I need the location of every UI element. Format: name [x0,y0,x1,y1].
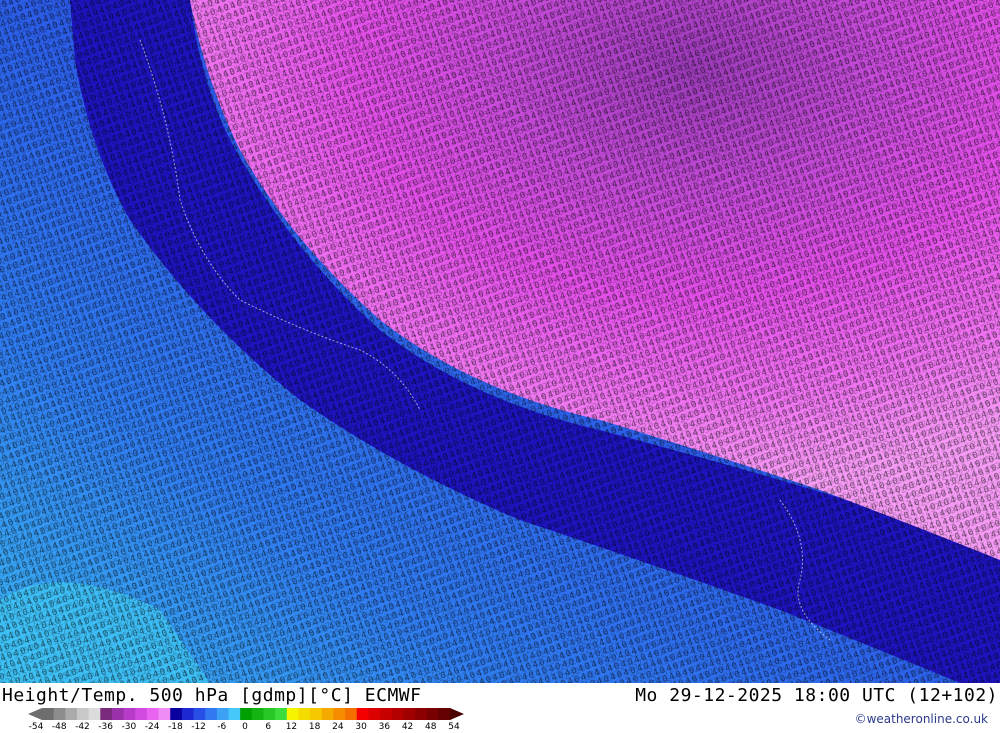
scale-tick-label: 18 [308,722,321,732]
temperature-field: 0 4 5 2 [0,0,1000,683]
scale-swatch [53,708,66,720]
weather-map: 0 4 5 2 [0,0,1000,683]
scale-swatch [193,708,206,720]
scale-tick-label: 42 [401,722,414,732]
scale-tick-label: -42 [75,722,90,732]
scale-swatch [380,708,393,720]
scale-tick-label: 0 [242,722,248,732]
scale-tick-label: 48 [425,722,437,732]
scale-swatch [158,708,171,720]
map-footer: Height/Temp. 500 hPa [gdmp][°C] ECMWF Mo… [0,683,1000,733]
contour-digits-overlay [0,0,1000,683]
valid-time: Mo 29-12-2025 18:00 UTC (12+102) [635,685,998,706]
scale-swatch [275,708,288,720]
scale-swatch [286,708,299,720]
scale-swatch [333,708,346,720]
scale-tick-label: -54 [28,722,44,732]
scale-swatch [146,708,160,720]
scale-swatch [391,708,404,720]
scale-swatch [135,708,148,720]
scale-swatch [181,708,195,720]
scale-tick-label: 54 [448,722,460,732]
scale-tick-label: -24 [144,722,160,732]
scale-swatch [438,708,451,720]
scale-tick-label: -36 [98,722,114,732]
scale-arrow-left [28,708,42,720]
scale-swatch [100,708,113,720]
scale-swatch [356,708,369,720]
scale-swatch [415,708,428,720]
scale-swatch [321,708,334,720]
scale-swatch [170,708,183,720]
scale-tick-label: -12 [191,722,206,732]
credit-link[interactable]: ©weatheronline.co.uk [855,712,988,726]
scale-swatch [205,708,218,720]
scale-tick-label: -48 [51,722,67,732]
product-title: Height/Temp. 500 hPa [gdmp][°C] ECMWF [2,685,422,706]
color-scale [28,708,464,720]
scale-swatch [368,708,381,720]
scale-swatch [228,708,241,720]
scale-arrow-right [450,708,464,720]
scale-swatch [216,708,230,720]
scale-swatch [76,708,90,720]
scale-swatch [403,708,416,720]
scale-swatch [298,708,311,720]
scale-tick-label: 36 [378,722,391,732]
scale-swatch [263,708,276,720]
scale-swatch [240,708,253,720]
scale-swatch [123,708,136,720]
scale-swatch [345,708,358,720]
scale-swatch [251,708,264,720]
color-scale-labels: -54 -48 -42 -36 -30 -24 -18 -12 -6 0 6 12 18 24 30 36 42… [29,722,476,733]
scale-swatch [42,708,55,720]
scale-swatch [310,708,323,720]
scale-tick-label: -30 [121,722,137,732]
scale-swatch [111,708,125,720]
scale-swatch [426,708,439,720]
scale-tick-label: 24 [332,722,344,732]
scale-tick-label: 6 [265,722,272,732]
scale-tick-label: -18 [167,722,183,732]
scale-swatch [65,708,78,720]
scale-tick-label: 30 [355,722,367,732]
scale-tick-label: 12 [285,722,298,732]
scale-tick-label: -6 [217,722,227,732]
scale-swatch [88,708,101,720]
